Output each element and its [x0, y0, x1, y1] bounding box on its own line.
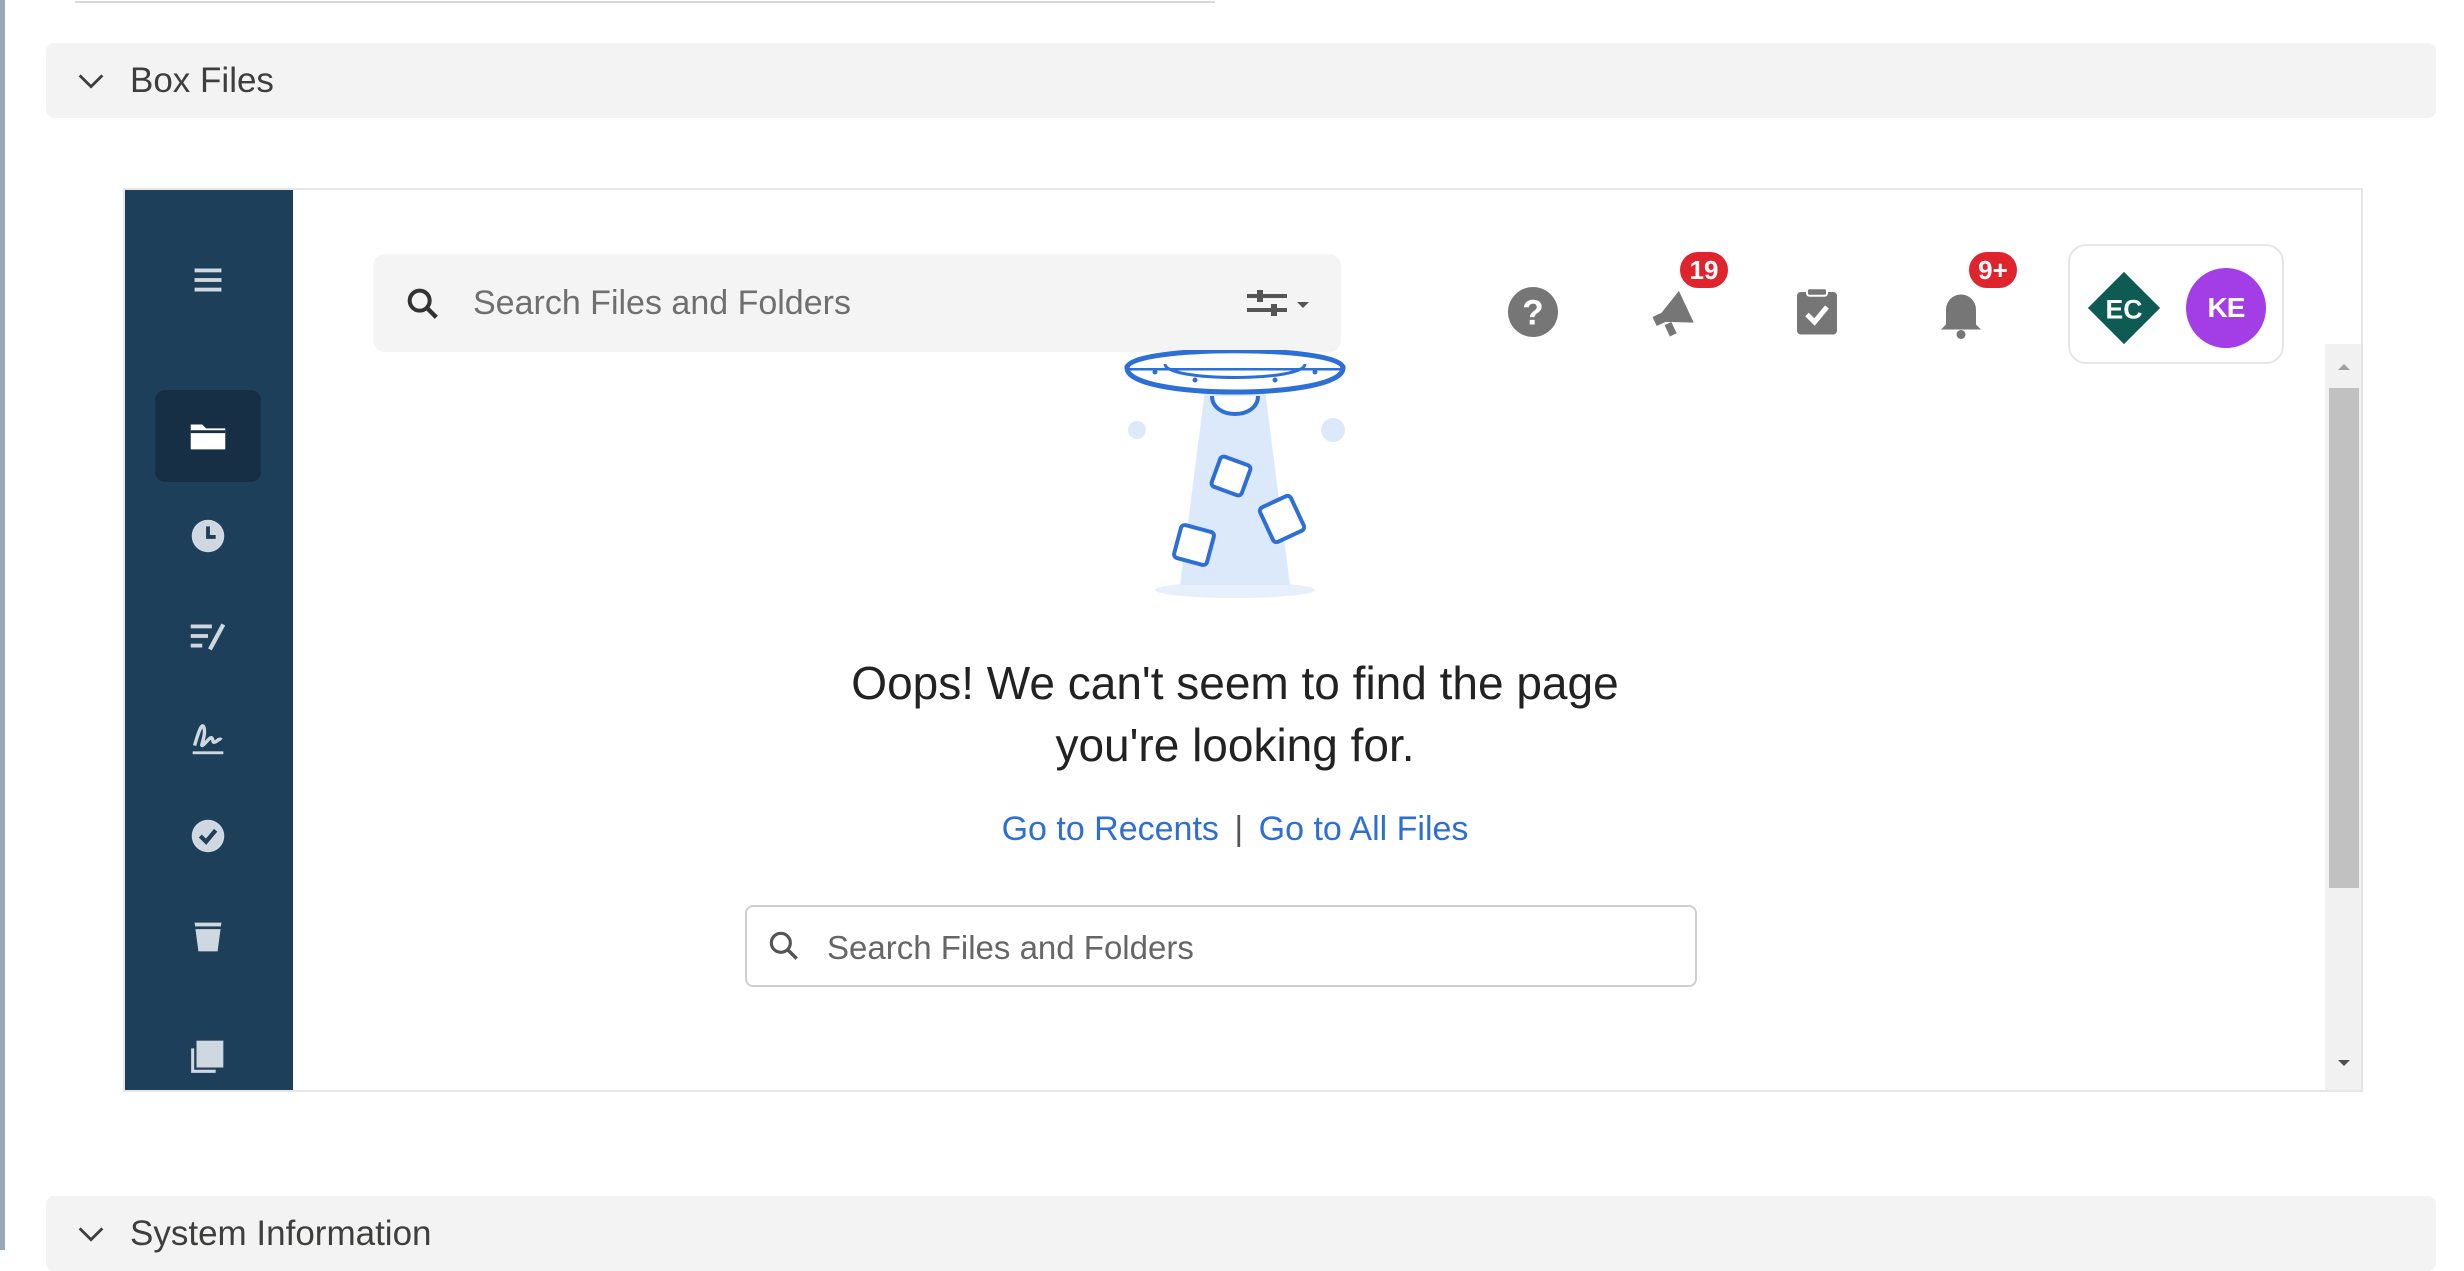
box-files-section-header[interactable]: Box Files — [46, 43, 2436, 118]
message-line-1: Oops! We can't seem to find the page — [851, 657, 1619, 709]
box-embed-frame: Search Files and Folders ? 19 9+ EC KE O… — [123, 188, 2363, 1092]
tasks-clipboard-icon[interactable] — [1787, 282, 1847, 342]
sidebar-item-all-files[interactable] — [155, 390, 261, 482]
scroll-up-arrow-icon[interactable] — [2334, 360, 2354, 374]
signature-icon — [192, 724, 224, 755]
empty-state-message: Oops! We can't seem to find the page you… — [625, 652, 1845, 776]
menu-button[interactable] — [155, 234, 261, 326]
clock-icon — [191, 519, 225, 553]
chevron-down-icon — [78, 73, 104, 89]
sidebar-item-tasks[interactable] — [155, 790, 261, 882]
check-circle-icon — [191, 819, 225, 853]
system-information-section-header[interactable]: System Information — [46, 1196, 2436, 1271]
ufo-illustration — [1124, 350, 1346, 598]
box-sidebar — [125, 190, 293, 1090]
go-to-recents-link[interactable]: Go to Recents — [1002, 810, 1219, 848]
link-separator: | — [1234, 810, 1244, 848]
header-search-bar[interactable]: Search Files and Folders — [373, 254, 1341, 352]
help-icon[interactable]: ? — [1503, 282, 1563, 342]
svg-text:?: ? — [1522, 294, 1543, 333]
avatar-ec[interactable]: EC — [2086, 270, 2162, 346]
search-filter-icon[interactable] — [1243, 286, 1315, 322]
bell-icon[interactable] — [1931, 282, 1991, 342]
folder-icon — [190, 424, 226, 450]
sidebar-item-notes[interactable] — [155, 590, 261, 682]
go-to-all-files-link[interactable]: Go to All Files — [1259, 810, 1469, 848]
top-field-edge — [75, 0, 1215, 3]
scrollbar-thumb[interactable] — [2329, 388, 2359, 888]
sidebar-item-recents[interactable] — [155, 490, 261, 582]
avatar-ke[interactable]: KE — [2186, 268, 2266, 348]
search-placeholder: Search Files and Folders — [827, 929, 1194, 966]
search-placeholder: Search Files and Folders — [473, 284, 851, 322]
section-title: System Information — [130, 1213, 432, 1253]
copy-icon — [191, 1040, 224, 1073]
section-title: Box Files — [130, 60, 274, 100]
announcements-badge: 19 — [1678, 250, 1730, 290]
search-icon — [407, 288, 438, 319]
user-avatars[interactable]: EC KE — [2068, 244, 2284, 364]
trash-icon — [194, 922, 222, 952]
sidebar-item-trash[interactable] — [155, 890, 261, 982]
notes-icon — [190, 623, 226, 651]
scroll-down-arrow-icon[interactable] — [2334, 1056, 2354, 1070]
sidebar-item-more[interactable] — [155, 1010, 261, 1090]
message-line-2: you're looking for. — [1055, 719, 1415, 771]
page-left-border — [0, 0, 5, 1250]
avatar-ec-initials: EC — [2106, 294, 2143, 324]
search-icon — [769, 931, 798, 960]
chevron-down-icon — [78, 1226, 104, 1242]
sidebar-item-sign[interactable] — [155, 690, 261, 782]
scrollbar[interactable] — [2325, 344, 2361, 1090]
hamburger-menu-icon — [194, 268, 222, 292]
notifications-badge: 9+ — [1967, 250, 2019, 290]
empty-state-links: Go to Recents | Go to All Files — [625, 810, 1845, 849]
megaphone-icon[interactable] — [1645, 282, 1705, 342]
empty-state-search-input[interactable]: Search Files and Folders — [745, 905, 1697, 987]
